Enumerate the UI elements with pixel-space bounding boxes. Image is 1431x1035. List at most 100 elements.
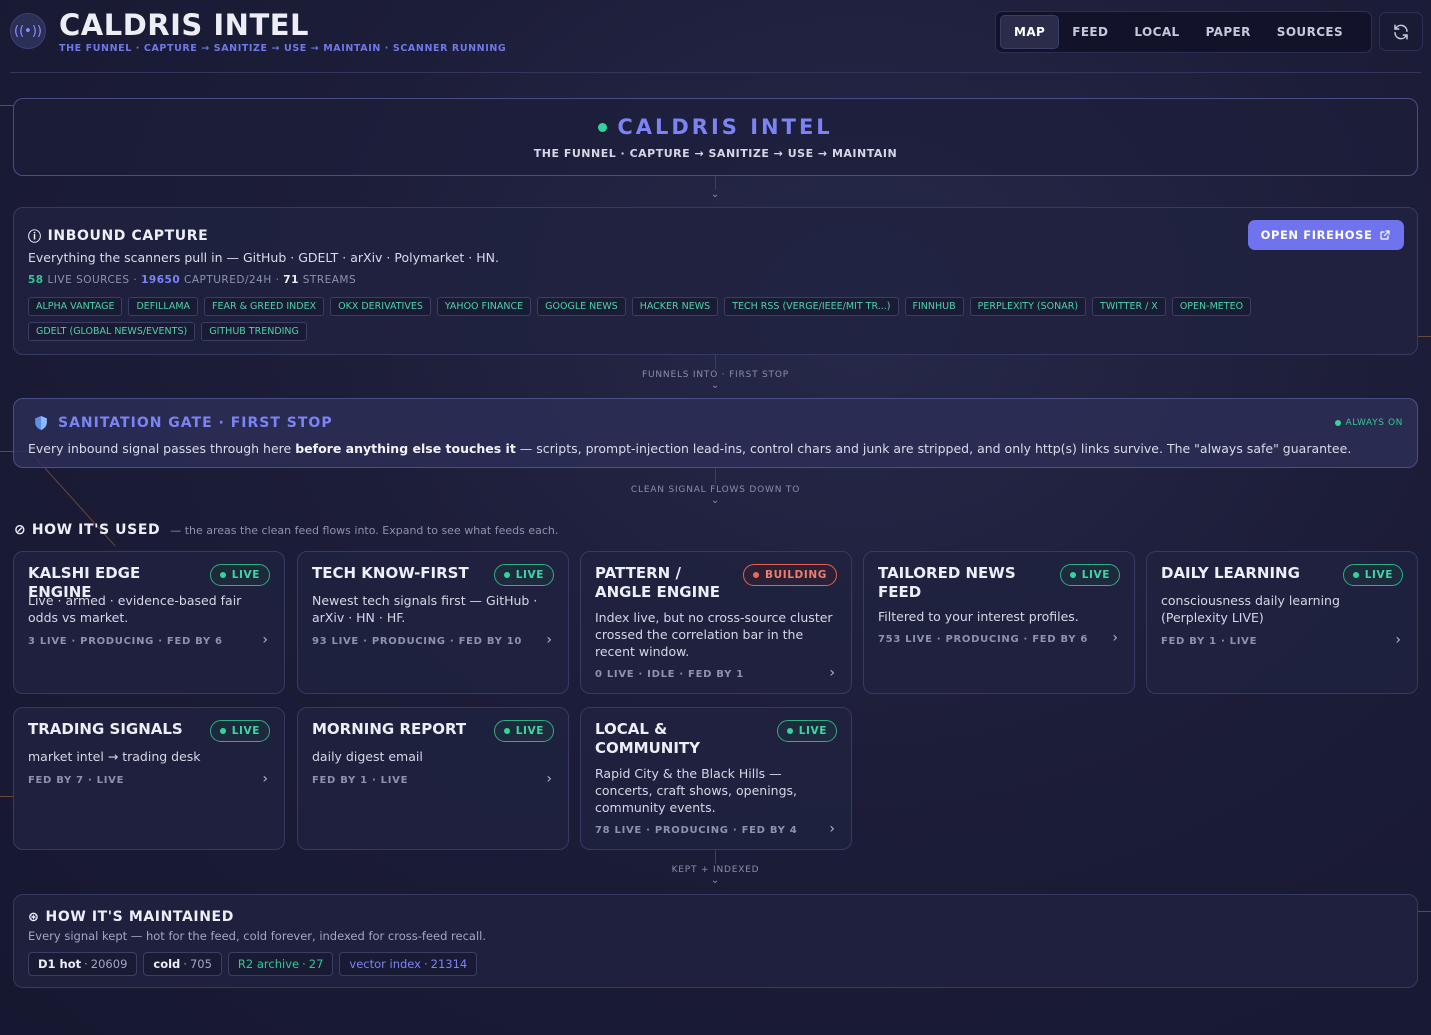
area-card-daily-learning[interactable]: DAILY LEARNING LIVE consciousness daily … — [1146, 551, 1418, 694]
chevron-right-icon[interactable]: › — [1112, 630, 1118, 646]
status-badge-label: LIVE — [231, 725, 260, 737]
hero-title-text: CALDRIS INTEL — [617, 115, 833, 139]
area-card-tailored-news-feed[interactable]: TAILORED NEWS FEED LIVE Filtered to your… — [863, 551, 1135, 694]
area-description: market intel → trading desk — [28, 749, 201, 764]
sanitation-desc-bold: before anything else touches it — [295, 441, 516, 456]
hero-title: CALDRIS INTEL — [14, 115, 1417, 139]
chevron-right-icon[interactable]: › — [829, 665, 835, 681]
status-badge: LIVE — [493, 564, 554, 586]
chevron-right-icon[interactable]: › — [262, 632, 268, 648]
top-bar: ((•)) CALDRIS INTEL THE FUNNEL · CAPTURE… — [0, 0, 1431, 73]
source-tag[interactable]: FINNHUB — [904, 297, 964, 316]
area-card-morning-report[interactable]: MORNING REPORT LIVE daily digest email F… — [297, 707, 569, 850]
status-dot-icon — [503, 572, 510, 578]
source-tag-list: ALPHA VANTAGE DEFILLAMA FEAR & GREED IND… — [28, 297, 1288, 341]
area-card-kalshi-edge-engine[interactable]: KALSHI EDGE ENGINE LIVE Live · armed · e… — [13, 551, 285, 694]
status-badge-label: LIVE — [515, 569, 544, 581]
inbound-stats: 58 LIVE SOURCES · 19650 CAPTURED/24H · 7… — [28, 274, 356, 286]
refresh-button[interactable] — [1379, 12, 1423, 51]
top-bar-divider — [10, 72, 1421, 73]
area-meta: 93 LIVE · PRODUCING · FED BY 10 — [312, 636, 523, 647]
chip-value: 20609 — [90, 957, 128, 971]
compass-icon: ⊘ — [14, 522, 27, 538]
flow-line — [715, 468, 716, 484]
chip-key: R2 archive — [237, 957, 300, 971]
flow-chevron: ⌄ — [0, 189, 1431, 200]
source-tag[interactable]: GITHUB TRENDING — [201, 322, 307, 341]
source-tag[interactable]: FEAR & GREED INDEX — [204, 297, 325, 316]
sanitation-title: SANITATION GATE · FIRST STOP — [34, 415, 333, 431]
source-tag[interactable]: OPEN-METEO — [1171, 297, 1252, 316]
storage-chip-d1-hot: D1 hot · 20609 — [28, 952, 138, 976]
flow-connector-second: CLEAN SIGNAL FLOWS DOWN TO ⌄ — [0, 485, 1431, 506]
chevron-right-icon[interactable]: › — [829, 821, 835, 837]
chevron-right-icon[interactable]: › — [546, 632, 552, 648]
maintained-title: ⊛ HOW IT'S MAINTAINED — [28, 909, 234, 925]
app-subtitle: THE FUNNEL · CAPTURE → SANITIZE → USE → … — [59, 43, 507, 54]
status-badge: LIVE — [1059, 564, 1120, 586]
flow-line — [715, 355, 716, 369]
chevron-right-icon[interactable]: › — [262, 771, 268, 787]
storage-chip-r2-archive: R2 archive · 27 — [227, 952, 334, 976]
area-description: Rapid City & the Black Hills — concerts,… — [595, 766, 798, 815]
tab-sources[interactable]: SOURCES — [1264, 15, 1356, 49]
area-card-trading-signals[interactable]: TRADING SIGNALS LIVE market intel → trad… — [13, 707, 285, 850]
source-tag[interactable]: GOOGLE NEWS — [537, 297, 626, 316]
flow-line — [715, 176, 716, 190]
area-description: daily digest email — [312, 749, 423, 764]
chip-value: 27 — [308, 957, 324, 971]
storage-chip-cold: cold · 705 — [143, 952, 222, 976]
area-title: PATTERN / ANGLE ENGINE — [595, 564, 720, 601]
refresh-icon — [1394, 24, 1408, 39]
area-card-local-community[interactable]: LOCAL & COMMUNITY LIVE Rapid City & the … — [580, 707, 852, 850]
chevron-right-icon[interactable]: › — [1395, 632, 1401, 648]
chevron-down-icon: ⌄ — [710, 495, 721, 506]
streams-count: 71 — [283, 274, 299, 286]
tab-feed[interactable]: FEED — [1059, 15, 1121, 49]
area-card-pattern-angle-engine[interactable]: PATTERN / ANGLE ENGINE BUILDING Index li… — [580, 551, 852, 694]
source-tag[interactable]: YAHOO FINANCE — [436, 297, 532, 316]
connector-label: KEPT + INDEXED — [671, 865, 760, 875]
tab-local[interactable]: LOCAL — [1121, 15, 1192, 49]
status-badge-label: LIVE — [798, 725, 827, 737]
status-dot-icon — [1352, 572, 1359, 578]
used-title: ⊘ HOW IT'S USED — [14, 522, 160, 538]
background-trace-line — [1418, 911, 1431, 912]
tab-map[interactable]: MAP — [1000, 15, 1060, 49]
used-section-header: ⊘ HOW IT'S USED — the areas the clean fe… — [14, 522, 558, 538]
live-sources-count: 58 — [28, 274, 44, 286]
area-title: MORNING REPORT — [312, 720, 467, 738]
area-description: consciousness daily learning (Perplexity… — [1161, 593, 1340, 625]
area-meta: 3 LIVE · PRODUCING · FED BY 6 — [28, 636, 223, 647]
source-tag[interactable]: OKX DERIVATIVES — [330, 297, 431, 316]
status-dot-icon — [598, 122, 608, 132]
sanitation-gate-panel: SANITATION GATE · FIRST STOP ALWAYS ON E… — [13, 398, 1418, 468]
source-tag[interactable]: ALPHA VANTAGE — [28, 297, 123, 316]
source-tag[interactable]: PERPLEXITY (SONAR) — [969, 297, 1087, 316]
live-sources-label: LIVE SOURCES · — [47, 274, 138, 286]
broadcast-icon: ((•)) — [10, 13, 46, 49]
always-on-label: ALWAYS ON — [1345, 418, 1403, 428]
always-on-badge: ALWAYS ON — [1334, 418, 1404, 428]
source-tag[interactable]: DEFILLAMA — [128, 297, 199, 316]
streams-label: STREAMS — [302, 274, 357, 286]
tab-paper[interactable]: PAPER — [1193, 15, 1264, 49]
source-tag[interactable]: TECH RSS (VERGE/IEEE/MIT TR...) — [724, 297, 899, 316]
shield-icon — [35, 416, 47, 430]
captured-label: CAPTURED/24H · — [183, 274, 280, 286]
chevron-right-icon[interactable]: › — [546, 771, 552, 787]
chip-key: vector index — [349, 957, 421, 971]
source-tag[interactable]: TWITTER / X — [1092, 297, 1166, 316]
database-icon: ⊛ — [28, 909, 40, 925]
open-firehose-label: OPEN FIREHOSE — [1260, 228, 1373, 242]
open-firehose-button[interactable]: OPEN FIREHOSE — [1248, 220, 1404, 250]
maintained-panel: ⊛ HOW IT'S MAINTAINED Every signal kept … — [13, 894, 1418, 988]
area-meta: FED BY 7 · LIVE — [28, 775, 125, 786]
background-trace-line — [0, 796, 14, 797]
status-dot-icon — [786, 728, 793, 734]
source-tag[interactable]: GDELT (GLOBAL NEWS/EVENTS) — [28, 322, 196, 341]
area-card-tech-know-first[interactable]: TECH KNOW-FIRST LIVE Newest tech signals… — [297, 551, 569, 694]
source-tag[interactable]: HACKER NEWS — [631, 297, 719, 316]
chip-value: 21314 — [430, 957, 468, 971]
storage-chips: D1 hot · 20609 cold · 705 R2 archive · 27 vect… — [28, 952, 478, 976]
